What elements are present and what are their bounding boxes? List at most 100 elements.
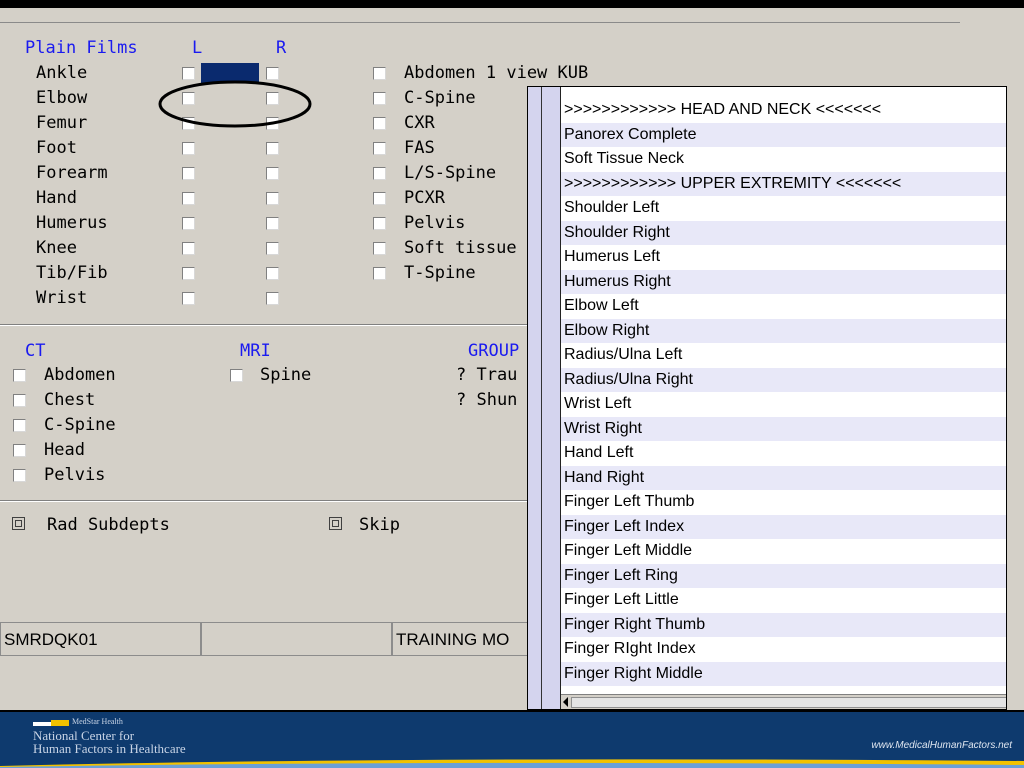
right-side-checkbox[interactable] bbox=[266, 192, 279, 205]
procedure-option[interactable]: Finger Left Index bbox=[561, 514, 1006, 539]
plain-film-label: Forearm bbox=[36, 163, 108, 183]
button-indicator-icon bbox=[329, 517, 342, 530]
single-view-checkbox[interactable] bbox=[373, 267, 386, 280]
footer-swoosh bbox=[0, 759, 1024, 768]
plain-films-header: Plain Films bbox=[25, 38, 138, 58]
procedure-option[interactable]: Finger Right Thumb bbox=[561, 612, 1006, 637]
procedure-option[interactable]: Humerus Right bbox=[561, 269, 1006, 294]
single-view-checkbox[interactable] bbox=[373, 142, 386, 155]
single-view-checkbox[interactable] bbox=[373, 117, 386, 130]
left-side-checkbox[interactable] bbox=[182, 142, 195, 155]
status-field-user: SMRDQK01 bbox=[0, 622, 201, 656]
ct-checkbox[interactable] bbox=[13, 419, 26, 432]
procedure-dropdown-list[interactable]: >>>>>>>>>>>> HEAD AND NECK <<<<<<< Panore… bbox=[527, 86, 1007, 710]
procedure-option[interactable]: Shoulder Right bbox=[561, 220, 1006, 245]
single-view-label: C-Spine bbox=[404, 88, 476, 108]
single-view-checkbox[interactable] bbox=[373, 92, 386, 105]
procedure-option[interactable]: Elbow Right bbox=[561, 318, 1006, 343]
group-header: GROUP bbox=[468, 341, 520, 361]
left-column-header: L bbox=[192, 38, 203, 58]
procedure-option[interactable]: Wrist Left bbox=[561, 392, 1006, 417]
plain-film-label: Hand bbox=[36, 188, 77, 208]
single-view-checkbox[interactable] bbox=[373, 67, 386, 80]
single-view-label: T-Spine bbox=[404, 263, 476, 283]
mri-checkbox[interactable] bbox=[230, 369, 243, 382]
left-side-checkbox[interactable] bbox=[182, 167, 195, 180]
single-view-label: L/S-Spine bbox=[404, 163, 497, 183]
ct-label: Abdomen bbox=[44, 365, 116, 385]
ct-checkbox[interactable] bbox=[13, 394, 26, 407]
right-side-checkbox[interactable] bbox=[266, 167, 279, 180]
org-small-name: MedStar Health bbox=[72, 717, 123, 726]
section-divider-highlight bbox=[0, 325, 527, 326]
plain-film-label: Elbow bbox=[36, 88, 88, 108]
left-side-checkbox[interactable] bbox=[182, 192, 195, 205]
top-border bbox=[0, 0, 1024, 8]
single-view-checkbox[interactable] bbox=[373, 192, 386, 205]
rad-subdepts-label: Rad Subdepts bbox=[47, 515, 170, 535]
group-item[interactable]: ? Shun bbox=[456, 390, 517, 410]
procedure-option[interactable]: Shoulder Left bbox=[561, 196, 1006, 221]
single-view-label: CXR bbox=[404, 113, 435, 133]
plain-film-label: Ankle bbox=[36, 63, 88, 83]
section-divider-highlight bbox=[0, 501, 527, 502]
ct-checkbox[interactable] bbox=[13, 444, 26, 457]
plain-film-label: Wrist bbox=[36, 288, 88, 308]
plain-film-label: Tib/Fib bbox=[36, 263, 108, 283]
procedure-option[interactable]: Radius/Ulna Left bbox=[561, 343, 1006, 368]
plain-film-label: Humerus bbox=[36, 213, 108, 233]
plain-film-label: Foot bbox=[36, 138, 77, 158]
status-field-empty bbox=[201, 622, 392, 656]
procedure-option[interactable]: Elbow Left bbox=[561, 294, 1006, 319]
org-name-line2: Human Factors in Healthcare bbox=[33, 741, 186, 756]
procedure-option[interactable]: Soft Tissue Neck bbox=[561, 147, 1006, 172]
skip-label: Skip bbox=[359, 515, 400, 535]
top-divider bbox=[0, 22, 960, 23]
left-side-checkbox[interactable] bbox=[182, 242, 195, 255]
right-side-checkbox[interactable] bbox=[266, 292, 279, 305]
skip-button[interactable]: Skip bbox=[328, 515, 428, 535]
procedure-option[interactable]: Finger Right Middle bbox=[561, 661, 1006, 686]
procedure-option[interactable]: Panorex Complete bbox=[561, 122, 1006, 147]
medstar-logo-icon bbox=[33, 720, 69, 726]
left-side-checkbox[interactable] bbox=[182, 217, 195, 230]
scrollbar-thumb[interactable] bbox=[571, 697, 1006, 708]
procedure-option[interactable]: Finger Left Middle bbox=[561, 539, 1006, 564]
horizontal-scrollbar[interactable] bbox=[561, 694, 1006, 709]
left-side-checkbox[interactable] bbox=[182, 267, 195, 280]
mri-label: Spine bbox=[260, 365, 312, 385]
procedure-option[interactable]: Finger Left Ring bbox=[561, 563, 1006, 588]
ct-label: Pelvis bbox=[44, 465, 106, 485]
procedure-option[interactable]: Finger Left Thumb bbox=[561, 490, 1006, 515]
procedure-option[interactable]: Finger Left Little bbox=[561, 588, 1006, 613]
plain-film-label: Knee bbox=[36, 238, 77, 258]
scroll-left-arrow-icon[interactable] bbox=[563, 697, 568, 707]
plain-film-label: Femur bbox=[36, 113, 88, 133]
procedure-option[interactable]: Hand Left bbox=[561, 441, 1006, 466]
ct-header: CT bbox=[25, 341, 46, 361]
ct-label: Head bbox=[44, 440, 85, 460]
rad-subdepts-button[interactable]: Rad Subdepts bbox=[11, 515, 211, 535]
right-side-checkbox[interactable] bbox=[266, 242, 279, 255]
single-view-checkbox[interactable] bbox=[373, 217, 386, 230]
single-view-label: FAS bbox=[404, 138, 435, 158]
procedure-option[interactable]: Radius/Ulna Right bbox=[561, 367, 1006, 392]
procedure-option[interactable]: Humerus Left bbox=[561, 245, 1006, 270]
right-side-checkbox[interactable] bbox=[266, 267, 279, 280]
ct-checkbox[interactable] bbox=[13, 469, 26, 482]
right-side-checkbox[interactable] bbox=[266, 217, 279, 230]
ct-checkbox[interactable] bbox=[13, 369, 26, 382]
annotation-ellipse bbox=[158, 80, 312, 128]
single-view-checkbox[interactable] bbox=[373, 167, 386, 180]
single-view-label: Pelvis bbox=[404, 213, 466, 233]
single-view-checkbox[interactable] bbox=[373, 242, 386, 255]
right-side-checkbox[interactable] bbox=[266, 142, 279, 155]
list-left-strip bbox=[528, 87, 561, 709]
procedure-option[interactable]: Wrist Right bbox=[561, 416, 1006, 441]
list-strip-line bbox=[541, 87, 542, 709]
left-side-checkbox[interactable] bbox=[182, 292, 195, 305]
single-view-label: PCXR bbox=[404, 188, 445, 208]
procedure-option[interactable]: Hand Right bbox=[561, 465, 1006, 490]
procedure-option[interactable]: Finger RIght Index bbox=[561, 637, 1006, 662]
group-item[interactable]: ? Trau bbox=[456, 365, 517, 385]
